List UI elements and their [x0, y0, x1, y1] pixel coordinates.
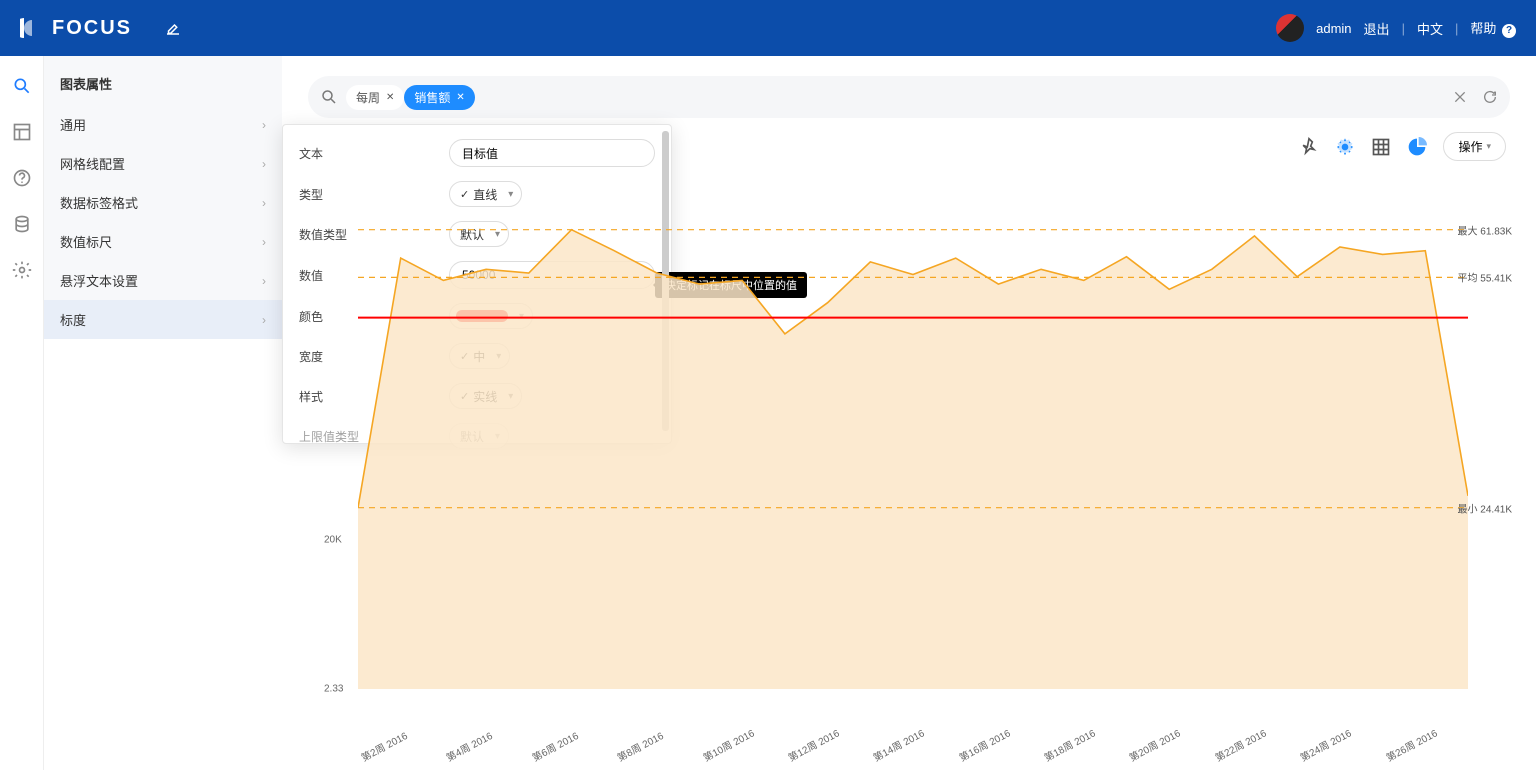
- chip-label: 每周: [356, 89, 380, 106]
- pin-icon[interactable]: [1299, 137, 1319, 157]
- chart-svg: [358, 169, 1468, 689]
- x-tick: 第4周 2016: [443, 727, 495, 764]
- chart: 20K 2.33 最大 61.83K 平均 55.41K 最小 24.41K 第2周 20…: [308, 169, 1510, 770]
- x-tick: 第2周 2016: [358, 727, 410, 764]
- sidepanel-item[interactable]: 数值标尺 ›: [44, 222, 282, 261]
- x-tick: 第6周 2016: [529, 727, 581, 764]
- separator: |: [1402, 21, 1405, 36]
- close-icon[interactable]: ✕: [456, 92, 464, 103]
- x-tick: 第26周 2016: [1383, 725, 1440, 765]
- edit-icon[interactable]: [164, 19, 182, 37]
- markline-label: 最小 24.41K: [1458, 500, 1512, 515]
- separator: |: [1455, 21, 1458, 36]
- y-tick: 20K: [324, 535, 342, 546]
- refresh-icon[interactable]: [1482, 89, 1498, 105]
- chevron-right-icon: ›: [262, 196, 266, 210]
- sidepanel-item[interactable]: 网格线配置 ›: [44, 144, 282, 183]
- logout-link[interactable]: 退出: [1364, 19, 1390, 38]
- pie-chart-icon[interactable]: [1407, 137, 1427, 157]
- x-tick: 第18周 2016: [1041, 725, 1098, 765]
- sidepanel-item-label: 标度: [60, 310, 86, 329]
- sidepanel-item-label: 通用: [60, 115, 86, 134]
- search-bar[interactable]: 每周 ✕ 销售额 ✕: [308, 76, 1510, 118]
- field-label: 文本: [299, 145, 439, 162]
- gear-icon[interactable]: [12, 260, 32, 280]
- sidepanel-item-label: 悬浮文本设置: [60, 271, 138, 290]
- chevron-right-icon: ›: [262, 235, 266, 249]
- y-tick: 2.33: [324, 684, 343, 695]
- markline-label: 最大 61.83K: [1458, 222, 1512, 237]
- logo-icon: [20, 16, 44, 40]
- gear-icon[interactable]: [1335, 137, 1355, 157]
- close-icon[interactable]: [1452, 89, 1468, 105]
- sidepanel-item[interactable]: 标度 ›: [44, 300, 282, 339]
- help-badge-icon: ?: [1502, 24, 1516, 38]
- sidepanel-item-label: 数据标签格式: [60, 193, 138, 212]
- markline-label: 平均 55.41K: [1458, 270, 1512, 285]
- dashboard-icon[interactable]: [12, 122, 32, 142]
- help-link[interactable]: 帮助 ?: [1470, 18, 1516, 38]
- x-tick: 第24周 2016: [1297, 725, 1354, 765]
- sidepanel-item[interactable]: 悬浮文本设置 ›: [44, 261, 282, 300]
- chevron-right-icon: ›: [262, 157, 266, 171]
- search-chip[interactable]: 每周 ✕: [346, 85, 404, 110]
- table-icon[interactable]: [1371, 137, 1391, 157]
- close-icon[interactable]: ✕: [386, 92, 394, 103]
- sidepanel-item[interactable]: 数据标签格式 ›: [44, 183, 282, 222]
- avatar[interactable]: [1276, 14, 1304, 42]
- chip-label: 销售额: [414, 89, 450, 106]
- action-button[interactable]: 操作▾: [1443, 132, 1506, 161]
- sidepanel-item[interactable]: 通用 ›: [44, 105, 282, 144]
- sidepanel-item-label: 网格线配置: [60, 154, 125, 173]
- chevron-right-icon: ›: [262, 118, 266, 132]
- x-tick: 第8周 2016: [614, 727, 666, 764]
- x-tick: 第16周 2016: [956, 725, 1013, 765]
- x-tick: 第12周 2016: [785, 725, 842, 765]
- brand-text: FOCUS: [52, 17, 132, 40]
- x-tick: 第22周 2016: [1212, 725, 1269, 765]
- search-icon: [320, 88, 338, 106]
- chevron-down-icon: ▾: [1486, 141, 1491, 152]
- x-tick: 第20周 2016: [1126, 725, 1183, 765]
- chevron-right-icon: ›: [262, 274, 266, 288]
- help-icon[interactable]: [12, 168, 32, 188]
- search-icon[interactable]: [12, 76, 32, 96]
- username: admin: [1316, 21, 1351, 36]
- lang-link[interactable]: 中文: [1417, 19, 1443, 38]
- panel-title: 图表属性: [44, 56, 282, 105]
- sidepanel-item-label: 数值标尺: [60, 232, 112, 251]
- x-tick: 第10周 2016: [700, 725, 757, 765]
- text-input[interactable]: [449, 139, 655, 167]
- x-tick: 第14周 2016: [870, 725, 927, 765]
- database-icon[interactable]: [12, 214, 32, 234]
- chevron-right-icon: ›: [262, 313, 266, 327]
- rail-nav: [0, 56, 44, 770]
- brand: FOCUS: [20, 16, 132, 40]
- side-panel: 图表属性 通用 › 网格线配置 › 数据标签格式 › 数值标尺 › 悬浮文本设置 › 标度 ›: [44, 56, 282, 770]
- search-chip[interactable]: 销售额 ✕: [404, 85, 474, 110]
